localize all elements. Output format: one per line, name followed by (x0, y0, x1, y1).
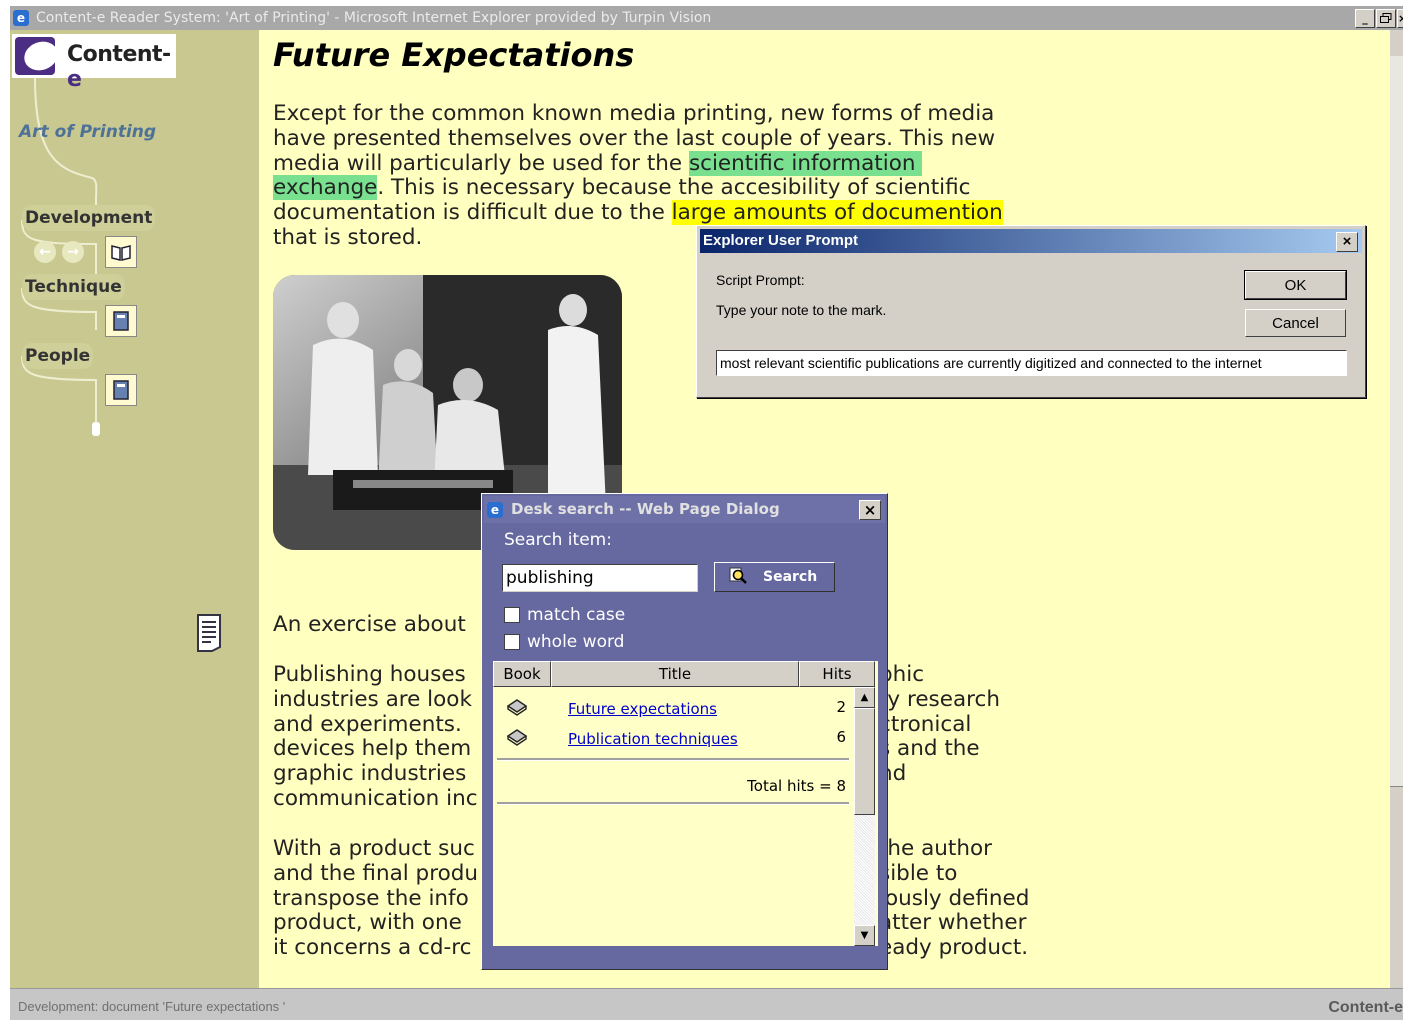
window-title: Content-e Reader System: 'Art of Printin… (36, 10, 712, 26)
column-header-hits[interactable]: Hits (799, 661, 875, 687)
whole-word-checkbox[interactable] (504, 634, 520, 650)
book-title-art-of-printing[interactable]: Art of Printing (19, 122, 156, 142)
internet-explorer-icon: e (13, 10, 29, 26)
page-title: Future Expectations (273, 36, 635, 74)
prompt-message: Type your note to the mark. (716, 302, 887, 318)
desk-search-dialog: e Desk search -- Web Page Dialog × Searc… (481, 493, 888, 970)
next-arrow-icon[interactable]: → (62, 241, 84, 263)
section-people[interactable]: People (22, 343, 94, 369)
minimize-button[interactable]: _ (1355, 9, 1375, 28)
scroll-down-button[interactable]: ▼ (854, 925, 875, 946)
development-open-book-button[interactable] (105, 236, 137, 268)
whole-word-label: whole word (527, 632, 625, 652)
status-brand: Content-e (1328, 999, 1403, 1016)
paragraph-product-left: With a product suc and the final produ t… (273, 836, 478, 961)
results-scrollbar[interactable]: ▲ ▼ (854, 687, 875, 946)
result-hits: 6 (836, 728, 846, 746)
search-item-label: Search item: (504, 530, 612, 550)
note-input[interactable]: most relevant scientific publications ar… (716, 350, 1347, 376)
open-book-icon (111, 245, 131, 261)
result-link[interactable]: Publication techniques (568, 730, 738, 748)
people-book-button[interactable] (105, 374, 137, 406)
match-case-label: match case (527, 605, 626, 625)
divider (497, 802, 849, 805)
closed-book-icon (113, 311, 129, 331)
status-text: Development: document 'Future expectatio… (18, 999, 286, 1014)
column-header-book[interactable]: Book (493, 661, 551, 687)
match-case-checkbox[interactable] (504, 607, 520, 623)
main-vertical-scrollbar[interactable] (1390, 30, 1403, 988)
previous-arrow-icon[interactable]: ← (34, 241, 56, 263)
cancel-button[interactable]: Cancel (1245, 309, 1346, 337)
prompt-title: Explorer User Prompt (703, 232, 859, 249)
result-hits: 2 (836, 698, 846, 716)
result-link[interactable]: Future expectations (568, 700, 717, 718)
close-window-button[interactable]: × (1397, 9, 1403, 28)
window-title-bar[interactable]: e Content-e Reader System: 'Art of Print… (10, 6, 1403, 30)
total-hits: Total hits = 8 (747, 777, 846, 795)
closed-book-icon (113, 380, 129, 400)
prompt-title-bar[interactable]: Explorer User Prompt × (700, 229, 1362, 253)
highlight-mark-yellow[interactable]: large amounts of documention (671, 200, 1003, 226)
paragraph-publishing-right: phic )y research ctronical s and the nd (879, 662, 1000, 787)
prompt-script-label: Script Prompt: (716, 272, 805, 288)
scroll-thumb[interactable] (854, 708, 875, 815)
column-header-title[interactable]: Title (551, 661, 799, 687)
navigation-sidebar: Content-e Art of Printing Development ← … (10, 30, 259, 988)
internet-explorer-icon: e (487, 502, 503, 518)
desk-search-title-bar[interactable]: e Desk search -- Web Page Dialog × (484, 496, 885, 523)
search-button[interactable]: Search (714, 562, 835, 592)
paragraph-publishing-left: Publishing houses industries are look an… (273, 662, 478, 811)
desk-search-title: Desk search -- Web Page Dialog (511, 500, 780, 518)
note-document-icon[interactable] (195, 613, 225, 653)
search-results-list: Book Title Hits Future expectations 2 Pu… (493, 661, 878, 946)
scroll-up-button[interactable]: ▲ (854, 687, 875, 708)
technique-book-button[interactable] (105, 305, 137, 337)
paragraph-product-right: the author sible to iously defined atter… (879, 836, 1030, 961)
divider (497, 758, 849, 761)
maximize-button[interactable] (1376, 9, 1396, 28)
status-bar: Development: document 'Future expectatio… (10, 988, 1403, 1020)
book-icon (506, 729, 528, 746)
search-input[interactable]: publishing (502, 564, 698, 592)
ok-button[interactable]: OK (1244, 270, 1347, 300)
explorer-user-prompt-dialog: Explorer User Prompt × Script Prompt: Ty… (696, 225, 1366, 398)
desk-search-close-button[interactable]: × (859, 500, 881, 520)
book-icon (506, 699, 528, 716)
prompt-close-button[interactable]: × (1336, 232, 1358, 252)
search-icon (729, 567, 747, 584)
section-technique[interactable]: Technique (22, 274, 125, 300)
restore-icon (1380, 13, 1392, 23)
section-development[interactable]: Development (22, 205, 156, 231)
search-button-label: Search (763, 569, 818, 585)
